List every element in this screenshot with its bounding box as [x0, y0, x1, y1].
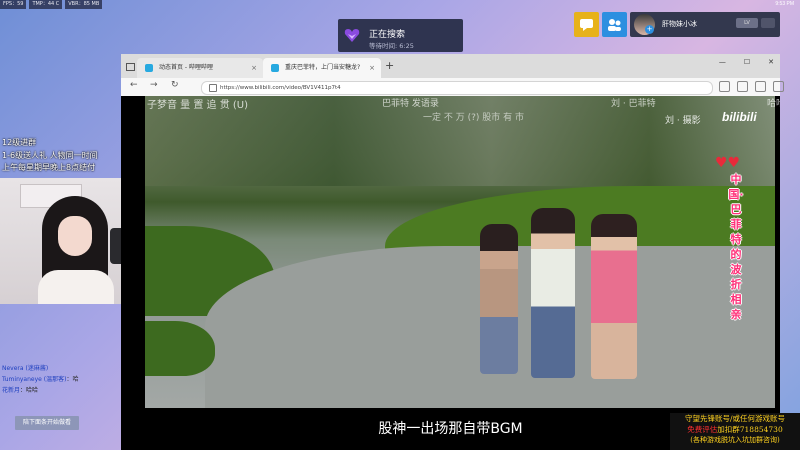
heart-icon: ♥♥ — [715, 155, 741, 171]
overlay-notes: 12级进群 1-6级送人礼 人物同一时间 上午每星期早晚上8点结付 — [2, 137, 98, 175]
collections-icon[interactable] — [737, 81, 748, 92]
video-player[interactable]: 子梦音 量 置 追 贯 (U) 巴菲特 发语录 一定 不 万 (?) 股市 有 … — [121, 96, 780, 450]
bilibili-favicon — [271, 64, 279, 72]
bilibili-logo: bilibili — [722, 110, 757, 124]
toolbar-actions — [719, 81, 784, 92]
browser-toolbar: ← → ↻ https://www.bilibili.com/video/BV1… — [121, 78, 784, 96]
temp-stat: TMP：44 C — [29, 0, 63, 9]
clock: 9:53 PM — [775, 1, 794, 7]
chat-bubble-icon — [580, 19, 593, 31]
more-icon[interactable] — [773, 81, 784, 92]
profile-icon[interactable] — [755, 81, 766, 92]
stats-bar: FPS：59 TMP：44 C VBR：85 MB — [0, 0, 103, 9]
maximize-icon[interactable]: ☐ — [744, 58, 750, 66]
browser-window: 动态首页 - 哔哩哔哩 × 重庆巴菲特，上门当安糖龙? × + — ☐ ✕ ← … — [121, 54, 784, 450]
user-profile-card[interactable]: + 肝物妹小冰 LV — [630, 12, 780, 37]
chat-feed: Nevera (迷麻酱) Tuminyaneye (温那客)：哈 花新月：哈哈 — [2, 363, 122, 396]
streamer-body — [38, 270, 114, 304]
tab-actions-icon[interactable] — [126, 63, 135, 71]
username: 肝物妹小冰 — [662, 20, 697, 28]
fps-stat: FPS：59 — [0, 0, 27, 9]
overlay-note: 12级进群 — [2, 138, 37, 147]
minimize-icon[interactable]: — — [719, 58, 726, 66]
level-badge: LV — [736, 18, 758, 28]
back-icon[interactable]: ← — [130, 80, 138, 90]
chat-message: Nevera (迷麻酱) — [2, 365, 49, 372]
search-title: 正在搜索 — [369, 30, 406, 40]
streamer-face — [58, 216, 92, 256]
search-status-banner: 正在搜索 等待时间: 6:25 — [338, 19, 463, 52]
forward-icon[interactable]: → — [150, 80, 158, 90]
reporter — [591, 214, 637, 379]
tab-dynamic-home[interactable]: 动态首页 - 哔哩哔哩 × — [137, 58, 263, 78]
follow-button[interactable]: 陪下面条开始做看 — [15, 416, 79, 430]
person-middle — [531, 208, 575, 378]
address-bar[interactable]: https://www.bilibili.com/video/BV1V411p7… — [201, 81, 713, 95]
social-button[interactable] — [602, 12, 627, 37]
tab-video[interactable]: 重庆巴菲特，上门当安糖龙? × — [263, 58, 381, 78]
ad-line: 免费评估加扣群718854730 — [687, 425, 783, 434]
favorites-icon[interactable] — [719, 81, 730, 92]
chat-message: Tuminyaneye (温那客)：哈 — [2, 376, 79, 383]
lock-icon — [209, 84, 217, 92]
danmaku-text: 巴菲特 发语录 — [382, 99, 439, 109]
menu-icon[interactable] — [761, 18, 775, 28]
chat-message: 花新月：哈哈 — [2, 387, 39, 394]
overlay-note: 1-6级送人礼 人物同一时间 — [2, 150, 98, 160]
overlay-note: 上午每星期早晚上8点结付 — [2, 163, 96, 172]
side-caption: 中国·巴菲特的波折相亲 — [728, 173, 744, 321]
grass — [145, 321, 215, 376]
ad-line: 守望先锋账号/或任何游戏账号 — [684, 414, 786, 423]
plus-icon[interactable]: + — [645, 25, 654, 34]
close-tab-icon[interactable]: × — [251, 58, 257, 78]
ad-line: (各种游戏脱坑入坑加群咨询) — [690, 436, 780, 444]
window-controls: — ☐ ✕ — [719, 58, 774, 66]
close-tab-icon[interactable]: × — [369, 58, 375, 78]
close-window-icon[interactable]: ✕ — [768, 58, 774, 66]
vram-stat: VBR：85 MB — [65, 0, 103, 9]
person-left — [480, 224, 518, 374]
new-tab-button[interactable]: + — [385, 59, 394, 72]
danmaku-text: 子梦音 量 置 追 贯 (U) — [147, 100, 249, 111]
title-bar: 动态首页 - 哔哩哔哩 × 重庆巴菲特，上门当安糖龙? × + — ☐ ✕ — [121, 54, 780, 78]
wait-time: 等待时间: 6:25 — [369, 42, 414, 50]
danmaku-text: 哈哈哈 — [767, 99, 780, 109]
bilibili-favicon — [145, 64, 153, 72]
refresh-icon[interactable]: ↻ — [171, 80, 179, 90]
promo-ad: 守望先锋账号/或任何游戏账号 免费评估加扣群718854730 (各种游戏脱坑入… — [670, 413, 800, 450]
heart-shield-icon — [344, 29, 360, 42]
video-frame — [145, 96, 775, 408]
danmaku-text: 刘 · 摄影 — [665, 116, 701, 126]
danmaku-text: 一定 不 万 (?) 股市 有 市 — [423, 113, 524, 123]
users-icon — [608, 19, 621, 31]
url-text: https://www.bilibili.com/video/BV1V411p7… — [220, 85, 341, 91]
danmaku-text: 刘 · 巴菲特 — [611, 99, 656, 109]
chat-button[interactable] — [574, 12, 599, 37]
